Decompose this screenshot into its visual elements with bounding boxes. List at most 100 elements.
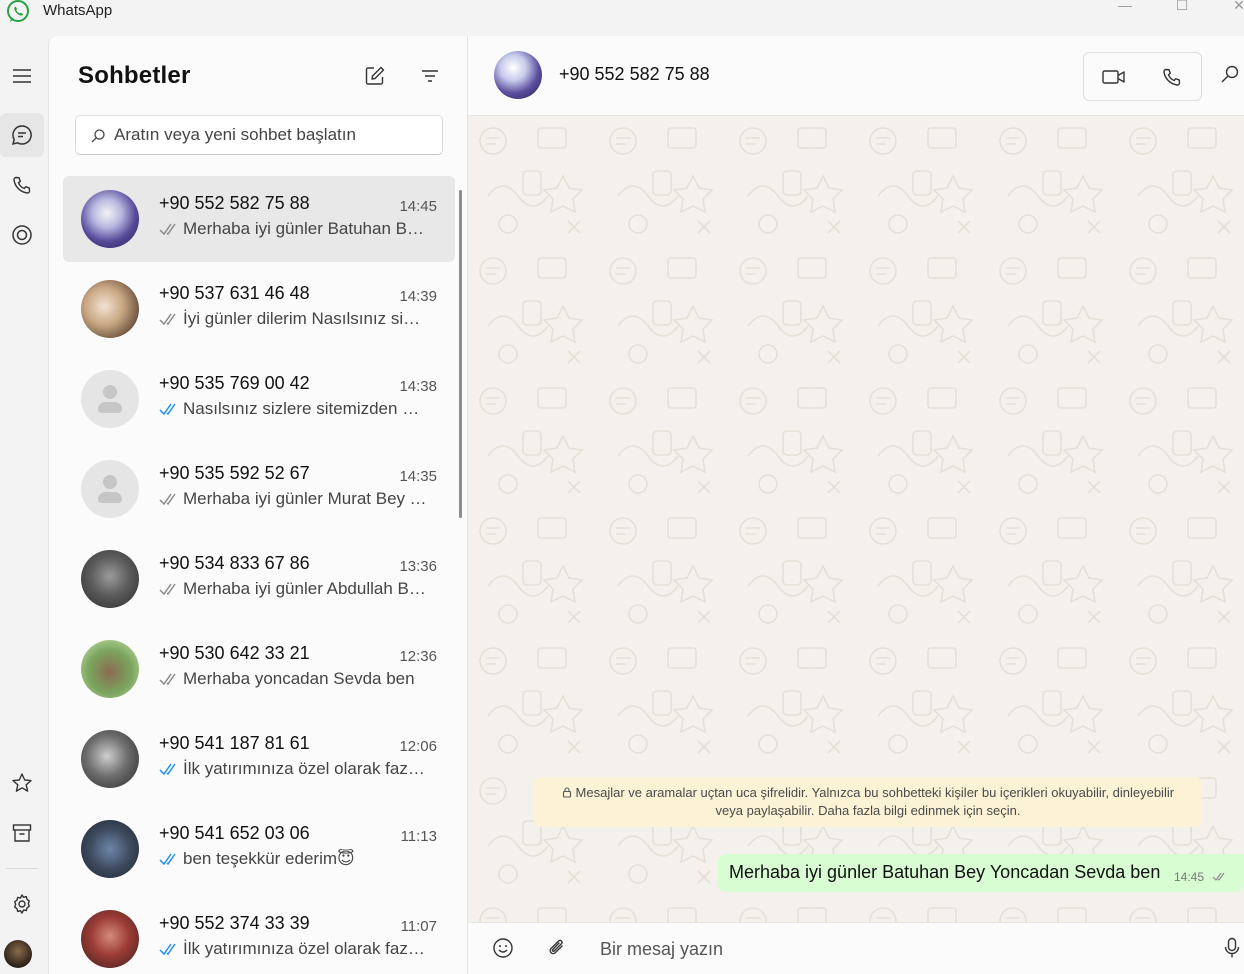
conversation-panel: +90 552 582 75 88 Mesajlar ve aramalar u… xyxy=(468,36,1244,974)
navigation-rail xyxy=(0,36,48,974)
chat-avatar[interactable] xyxy=(81,910,139,968)
encryption-notice[interactable]: Mesajlar ve aramalar uçtan uca şifrelidi… xyxy=(534,777,1202,827)
chat-name: +90 535 769 00 42 xyxy=(159,373,310,393)
call-buttons-group xyxy=(1083,52,1202,101)
minimize-button[interactable]: — xyxy=(1102,0,1148,14)
chat-avatar[interactable] xyxy=(81,730,139,788)
chat-preview-text: Merhaba iyi günler Murat Bey Yoncadan Se… xyxy=(183,489,427,508)
encryption-notice-line1: Mesajlar ve aramalar uçtan uca şifrelidi… xyxy=(575,785,1175,800)
chat-preview-text: İyi günler dilerim Nasılsınız sizlere si… xyxy=(183,309,427,328)
maximize-button[interactable]: ☐ xyxy=(1159,0,1205,14)
message-time: 14:45 xyxy=(1174,870,1205,884)
emoji-icon[interactable] xyxy=(492,937,514,959)
delivered-ticks-icon xyxy=(159,673,176,686)
chat-avatar[interactable] xyxy=(81,280,139,338)
chat-list-item[interactable]: +90 552 582 75 88 14:45 Merhaba iyi günler… xyxy=(63,176,455,262)
chat-preview: İyi günler dilerim Nasılsınız sizlere si… xyxy=(159,309,427,329)
status-ring-icon xyxy=(12,225,32,245)
conversation-search-icon[interactable] xyxy=(1220,64,1240,84)
encryption-notice-line2: veya paylaşabilir. Daha fazla bilgi edin… xyxy=(715,803,1021,818)
lock-icon xyxy=(562,787,571,798)
chat-preview: ben teşekkür ederim😇 xyxy=(159,849,427,869)
contact-name[interactable]: +90 552 582 75 88 xyxy=(559,64,710,85)
filter-icon xyxy=(422,70,438,82)
chat-list: +90 552 582 75 88 14:45 Merhaba iyi günler… xyxy=(63,176,457,974)
close-window-button[interactable]: ✕ xyxy=(1216,0,1244,14)
chat-preview: İlk yatırımınıza özel olarak fazladan bo… xyxy=(159,759,427,779)
chat-avatar[interactable] xyxy=(81,820,139,878)
delivered-ticks-icon xyxy=(159,223,176,236)
microphone-icon[interactable] xyxy=(1224,937,1240,959)
phone-icon xyxy=(13,176,31,194)
default-avatar-icon[interactable] xyxy=(81,460,139,518)
chat-list-item[interactable]: +90 552 374 33 39 11:07 İlk yatırımınıza ö… xyxy=(63,896,455,974)
filter-button[interactable] xyxy=(416,62,444,90)
phone-icon xyxy=(1163,68,1181,86)
chat-list-item[interactable]: +90 537 631 46 48 14:39 İyi günler dilerim… xyxy=(63,266,455,352)
chat-avatar[interactable] xyxy=(81,550,139,608)
delivered-ticks-icon xyxy=(159,493,176,506)
chat-preview-text: Merhaba iyi günler Batuhan Bey Yoncadan … xyxy=(183,219,427,238)
archive-icon xyxy=(12,824,32,842)
chat-preview: Merhaba yoncadan Sevda ben xyxy=(159,669,427,689)
chat-time: 12:06 xyxy=(399,738,437,755)
chat-name: +90 552 582 75 88 xyxy=(159,193,310,213)
message-text: Merhaba iyi günler Batuhan Bey Yoncadan … xyxy=(729,862,1161,882)
profile-avatar[interactable] xyxy=(4,940,32,968)
chat-avatar[interactable] xyxy=(81,640,139,698)
chat-preview-text: Merhaba iyi günler Abdullah Bey Yoncadan… xyxy=(183,579,427,598)
rail-status-button[interactable] xyxy=(0,213,44,257)
chat-list-item[interactable]: +90 541 652 03 06 11:13 ben teşekkür ederi… xyxy=(63,806,455,892)
default-avatar-icon[interactable] xyxy=(81,370,139,428)
outgoing-message-bubble[interactable]: Merhaba iyi günler Batuhan Bey Yoncadan … xyxy=(718,854,1244,892)
voice-call-button[interactable] xyxy=(1143,53,1201,100)
chat-list-scrollbar[interactable] xyxy=(459,190,462,518)
chat-name: +90 530 642 33 21 xyxy=(159,643,310,663)
search-icon xyxy=(91,129,105,143)
rail-calls-button[interactable] xyxy=(0,163,44,207)
conversation-header: +90 552 582 75 88 xyxy=(468,36,1244,116)
chat-time: 14:35 xyxy=(399,468,437,485)
chat-preview-text: ben teşekkür ederim😇 xyxy=(183,849,355,868)
delivered-ticks-icon xyxy=(159,583,176,596)
chat-list-item[interactable]: +90 534 833 67 86 13:36 Merhaba iyi günler… xyxy=(63,536,455,622)
read-ticks-icon xyxy=(159,943,176,956)
rail-starred-button[interactable] xyxy=(0,761,44,805)
chat-preview: Merhaba iyi günler Murat Bey Yoncadan Se… xyxy=(159,489,427,509)
rail-settings-button[interactable] xyxy=(0,882,44,926)
delivered-ticks-icon xyxy=(1212,872,1225,881)
read-ticks-icon xyxy=(159,853,176,866)
message-input[interactable] xyxy=(600,933,1200,965)
search-input[interactable] xyxy=(114,116,434,154)
menu-button[interactable] xyxy=(0,54,44,98)
chat-time: 12:36 xyxy=(399,648,437,665)
message-composer xyxy=(468,922,1244,974)
read-ticks-icon xyxy=(159,403,176,416)
video-call-button[interactable] xyxy=(1085,53,1143,100)
rail-archived-button[interactable] xyxy=(0,811,44,855)
message-area[interactable]: Mesajlar ve aramalar uçtan uca şifrelidi… xyxy=(468,116,1244,922)
contact-avatar[interactable] xyxy=(494,51,542,99)
chat-preview: Merhaba iyi günler Batuhan Bey Yoncadan … xyxy=(159,219,427,239)
chat-name: +90 541 652 03 06 xyxy=(159,823,310,843)
chats-panel: Sohbetler +90 552 582 75 88 14:45 Merhaba … xyxy=(48,36,468,974)
rail-chats-button[interactable] xyxy=(0,113,44,157)
chat-list-item[interactable]: +90 541 187 81 61 12:06 İlk yatırımınıza ö… xyxy=(63,716,455,802)
chat-time: 11:13 xyxy=(400,828,437,845)
chat-name: +90 541 187 81 61 xyxy=(159,733,310,753)
chat-list-item[interactable]: +90 530 642 33 21 12:36 Merhaba yoncadan S… xyxy=(63,626,455,712)
chat-name: +90 534 833 67 86 xyxy=(159,553,310,573)
chat-list-item[interactable]: +90 535 769 00 42 14:38 Nasılsınız sizlere… xyxy=(63,356,455,442)
chat-name: +90 537 631 46 48 xyxy=(159,283,310,303)
read-ticks-icon xyxy=(159,763,176,776)
chat-list-item[interactable]: +90 535 592 52 67 14:35 Merhaba iyi günler… xyxy=(63,446,455,532)
paperclip-icon[interactable] xyxy=(547,937,567,959)
gear-icon xyxy=(14,894,30,914)
video-camera-icon xyxy=(1102,69,1125,84)
chat-preview: Nasılsınız sizlere sitemizden bahsetmek … xyxy=(159,399,427,419)
chat-time: 11:07 xyxy=(400,918,437,935)
chat-avatar[interactable] xyxy=(81,190,139,248)
new-chat-button[interactable] xyxy=(361,62,389,90)
search-box[interactable] xyxy=(75,115,443,155)
chat-bubble-icon xyxy=(11,125,32,146)
